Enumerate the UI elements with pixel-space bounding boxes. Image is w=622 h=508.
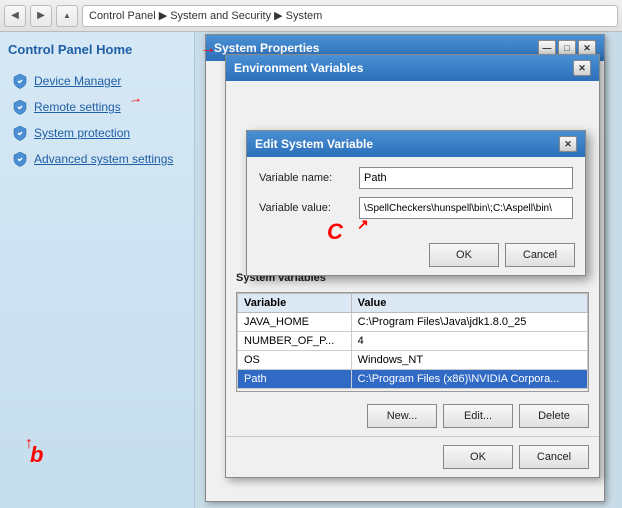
system-vars-section: System variables Variable Value JAVA_HOM… [226,266,599,477]
system-vars-table-container[interactable]: Variable Value JAVA_HOME C:\Program File… [236,292,589,392]
edit-var-titlebar: Edit System Variable ✕ [247,131,585,157]
sidebar-title: Control Panel Home [8,42,186,57]
shield-icon [12,73,28,89]
annotation-arrow-a: → [127,89,144,107]
up-button[interactable]: ▲ [56,5,78,27]
env-vars-title: Environment Variables [234,61,363,75]
remote-settings-label: Remote settings [34,100,121,114]
variable-value-row: Variable value: [259,197,573,219]
sidebar: Control Panel Home Device Manager Remote… [0,32,195,508]
env-vars-ok-button[interactable]: OK [443,445,513,469]
forward-button[interactable]: ▶ [30,5,52,27]
dialog-area: System Properties — □ ✕ Environment Vari… [195,32,622,508]
variable-value-label: Variable value: [259,202,359,214]
variable-value-input[interactable] [359,197,573,219]
sidebar-item-advanced-settings[interactable]: Advanced system settings [8,147,186,171]
table-row[interactable]: NUMBER_OF_P... 4 [238,332,588,351]
edit-button[interactable]: Edit... [443,404,513,428]
var-name-cell: OS [238,351,352,370]
col-header-value: Value [351,294,587,313]
system-protection-label: System protection [34,126,130,140]
variable-name-label: Variable name: [259,172,359,184]
table-row-selected[interactable]: Path C:\Program Files (x86)\NVIDIA Corpo… [238,370,588,389]
device-manager-label: Device Manager [34,74,121,88]
back-button[interactable]: ◀ [4,5,26,27]
col-header-variable: Variable [238,294,352,313]
sidebar-item-device-manager[interactable]: Device Manager [8,69,186,93]
var-value-cell: 4 [351,332,587,351]
breadcrumb-text: Control Panel ▶ System and Security ▶ Sy… [89,9,322,22]
env-close-button[interactable]: ✕ [573,60,591,76]
edit-var-ok-button[interactable]: OK [429,243,499,267]
env-vars-dialog: Environment Variables ✕ Edit System Vari… [225,54,600,478]
edit-var-buttons: OK Cancel [247,237,585,275]
edit-var-close-button[interactable]: ✕ [559,136,577,152]
system-properties-title: System Properties [214,41,319,55]
edit-var-cancel-button[interactable]: Cancel [505,243,575,267]
new-button[interactable]: New... [367,404,437,428]
shield-icon-remote [12,99,28,115]
env-vars-titlebar: Environment Variables ✕ [226,55,599,81]
variable-name-input[interactable] [359,167,573,189]
sidebar-item-system-protection[interactable]: System protection [8,121,186,145]
system-vars-table: Variable Value JAVA_HOME C:\Program File… [237,293,588,389]
env-vars-cancel-button[interactable]: Cancel [519,445,589,469]
edit-var-dialog: Edit System Variable ✕ Variable name: Va… [246,130,586,276]
var-value-cell: C:\Program Files\Java\jdk1.8.0_25 [351,313,587,332]
breadcrumb: Control Panel ▶ System and Security ▶ Sy… [82,5,618,27]
annotation-arrow-to-title: → [200,40,216,58]
delete-button[interactable]: Delete [519,404,589,428]
annotation-up-arrow: ↑ [25,435,33,453]
edit-var-body: Variable name: Variable value: [247,157,585,237]
nav-bar: ◀ ▶ ▲ Control Panel ▶ System and Securit… [0,0,622,32]
var-name-cell: NUMBER_OF_P... [238,332,352,351]
var-value-cell: Windows_NT [351,351,587,370]
var-name-cell-path: Path [238,370,352,389]
shield-icon-advanced [12,151,28,167]
table-row[interactable]: JAVA_HOME C:\Program Files\Java\jdk1.8.0… [238,313,588,332]
var-value-cell-path: C:\Program Files (x86)\NVIDIA Corpora... [351,370,587,389]
variable-name-row: Variable name: [259,167,573,189]
main-content: Control Panel Home Device Manager Remote… [0,32,622,508]
annotation-c: C [327,219,343,245]
env-titlebar-buttons: ✕ [573,60,591,76]
annotation-c-arrow: ↗ [357,216,369,233]
sidebar-item-remote-settings[interactable]: Remote settings [8,95,186,119]
shield-icon-protection [12,125,28,141]
table-action-buttons: New... Edit... Delete [226,398,599,436]
table-row[interactable]: OS Windows_NT [238,351,588,370]
env-vars-ok-cancel-buttons: OK Cancel [226,436,599,477]
var-name-cell: JAVA_HOME [238,313,352,332]
edit-var-title: Edit System Variable [255,137,373,151]
advanced-settings-label: Advanced system settings [34,152,173,166]
